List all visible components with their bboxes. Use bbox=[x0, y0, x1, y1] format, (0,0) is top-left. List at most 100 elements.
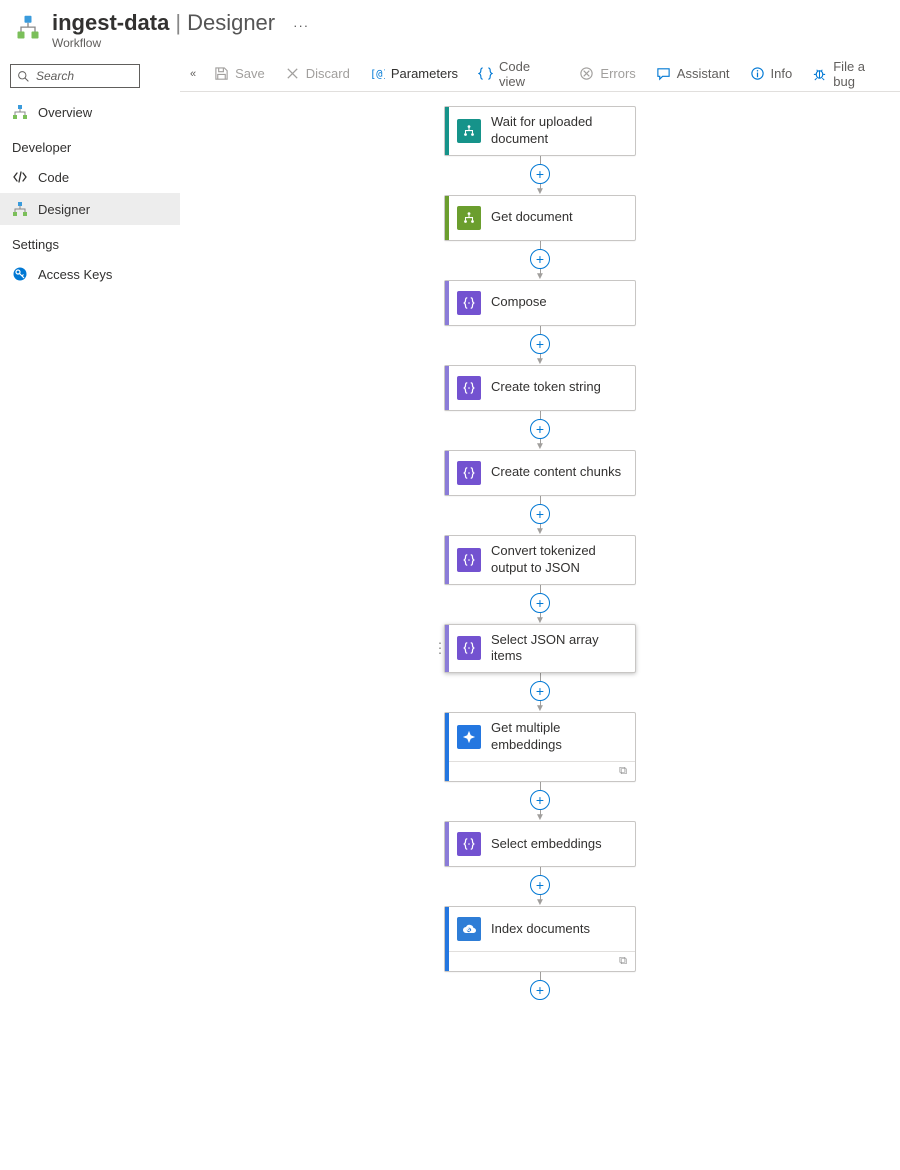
link-icon: ⧉ bbox=[619, 955, 627, 968]
add-step-button[interactable]: + bbox=[530, 875, 550, 895]
save-icon bbox=[214, 66, 229, 81]
sidebar-item-designer[interactable]: Designer bbox=[0, 193, 180, 225]
sidebar-item-access-keys[interactable]: Access Keys bbox=[0, 258, 180, 290]
connector: +▼ bbox=[530, 326, 550, 365]
add-step-button[interactable]: + bbox=[530, 164, 550, 184]
node-label: Compose bbox=[491, 294, 547, 311]
node-label: Wait for uploaded document bbox=[491, 114, 627, 148]
braces-icon bbox=[457, 548, 481, 572]
sidebar-item-overview[interactable]: Overview bbox=[0, 96, 180, 128]
connector: +▼ bbox=[530, 496, 550, 535]
designer-canvas[interactable]: Wait for uploaded document +▼ Get document… bbox=[180, 92, 900, 1000]
workflow-node-index-docs[interactable]: Index documents ⧉ bbox=[444, 906, 636, 972]
connector: +▼ bbox=[530, 156, 550, 195]
cloud-icon bbox=[457, 917, 481, 941]
workflow-node-create-token[interactable]: Create token string bbox=[444, 365, 636, 411]
error-icon bbox=[579, 66, 594, 81]
add-step-button[interactable]: + bbox=[530, 419, 550, 439]
workflow-node-get-document[interactable]: Get document bbox=[444, 195, 636, 241]
parameters-icon: [@] bbox=[370, 66, 385, 81]
workflow-node-select-json[interactable]: Select JSON array items bbox=[444, 624, 636, 674]
header-subtitle: Workflow bbox=[52, 36, 886, 50]
svg-text:[@]: [@] bbox=[370, 68, 385, 80]
node-label: Select embeddings bbox=[491, 836, 602, 853]
node-accent bbox=[445, 822, 449, 866]
node-label: Select JSON array items bbox=[491, 632, 627, 666]
key-icon bbox=[12, 266, 28, 282]
workflow-name: ingest-data bbox=[52, 10, 169, 36]
add-step-button[interactable]: + bbox=[530, 334, 550, 354]
tree-icon bbox=[457, 206, 481, 230]
braces-icon bbox=[457, 461, 481, 485]
node-label: Create token string bbox=[491, 379, 601, 396]
chat-icon bbox=[656, 66, 671, 81]
section-name: Designer bbox=[187, 10, 275, 36]
node-footer: ⧉ bbox=[445, 761, 635, 781]
code-view-button[interactable]: Code view bbox=[468, 56, 569, 91]
sidebar-heading-settings: Settings bbox=[0, 225, 180, 258]
parameters-button[interactable]: [@] Parameters bbox=[360, 56, 468, 91]
connector: +▼ bbox=[530, 411, 550, 450]
connector: +▼ bbox=[530, 673, 550, 712]
workflow-node-compose[interactable]: Compose bbox=[444, 280, 636, 326]
workflow-node-create-chunks[interactable]: Create content chunks bbox=[444, 450, 636, 496]
sidebar-heading-developer: Developer bbox=[0, 128, 180, 161]
connector: +▼ bbox=[530, 782, 550, 821]
node-label: Index documents bbox=[491, 921, 590, 938]
node-label: Get document bbox=[491, 209, 573, 226]
tree-icon bbox=[457, 119, 481, 143]
node-accent bbox=[445, 451, 449, 495]
workflow-node-get-embed[interactable]: Get multiple embeddings ⧉ bbox=[444, 712, 636, 782]
workflow-icon bbox=[14, 14, 42, 42]
file-bug-button[interactable]: File a bug bbox=[802, 56, 900, 91]
add-step-button[interactable]: + bbox=[530, 681, 550, 701]
discard-icon bbox=[285, 66, 300, 81]
assistant-button[interactable]: Assistant bbox=[646, 56, 740, 91]
node-accent bbox=[445, 107, 449, 155]
add-step-button[interactable]: + bbox=[530, 249, 550, 269]
info-button[interactable]: Info bbox=[740, 56, 803, 91]
braces-icon bbox=[457, 636, 481, 660]
node-label: Get multiple embeddings bbox=[491, 720, 627, 754]
add-step-button[interactable]: + bbox=[530, 790, 550, 810]
braces-icon bbox=[457, 376, 481, 400]
node-accent bbox=[445, 907, 449, 971]
connector: +▼ bbox=[530, 241, 550, 280]
connector: +▼ bbox=[530, 585, 550, 624]
code-icon bbox=[12, 169, 28, 185]
header-more-button[interactable]: ··· bbox=[293, 18, 309, 33]
add-step-button[interactable]: + bbox=[530, 504, 550, 524]
spark-icon bbox=[457, 725, 481, 749]
link-icon: ⧉ bbox=[619, 765, 627, 778]
sidebar: Search Overview Developer Code Designer … bbox=[0, 56, 180, 1000]
sidebar-item-code[interactable]: Code bbox=[0, 161, 180, 193]
braces-icon bbox=[478, 66, 493, 81]
connector: +▼ bbox=[530, 867, 550, 906]
header-titles: ingest-data | Designer ··· Workflow bbox=[52, 10, 886, 50]
node-label: Create content chunks bbox=[491, 464, 621, 481]
node-footer: ⧉ bbox=[445, 951, 635, 971]
connector: + bbox=[530, 972, 550, 1000]
add-step-button[interactable]: + bbox=[530, 593, 550, 613]
braces-icon bbox=[457, 291, 481, 315]
node-accent bbox=[445, 196, 449, 240]
collapse-sidebar-button[interactable]: « bbox=[182, 68, 204, 80]
workflow-small-icon bbox=[12, 104, 28, 120]
main-content: « Save Discard [@] Parameters Code view … bbox=[180, 56, 900, 1000]
node-accent bbox=[445, 281, 449, 325]
discard-button[interactable]: Discard bbox=[275, 56, 360, 91]
workflow-node-select-embed[interactable]: Select embeddings bbox=[444, 821, 636, 867]
bug-icon bbox=[812, 66, 827, 81]
node-accent bbox=[445, 625, 449, 673]
add-step-button[interactable]: + bbox=[530, 980, 550, 1000]
workflow-node-convert-json[interactable]: Convert tokenized output to JSON bbox=[444, 535, 636, 585]
page-header: ingest-data | Designer ··· Workflow bbox=[0, 0, 900, 56]
node-label: Convert tokenized output to JSON bbox=[491, 543, 627, 577]
save-button[interactable]: Save bbox=[204, 56, 275, 91]
search-input[interactable]: Search bbox=[10, 64, 140, 88]
errors-button[interactable]: Errors bbox=[569, 56, 645, 91]
node-accent bbox=[445, 536, 449, 584]
braces-icon bbox=[457, 832, 481, 856]
node-accent bbox=[445, 366, 449, 410]
workflow-node-wait-upload[interactable]: Wait for uploaded document bbox=[444, 106, 636, 156]
